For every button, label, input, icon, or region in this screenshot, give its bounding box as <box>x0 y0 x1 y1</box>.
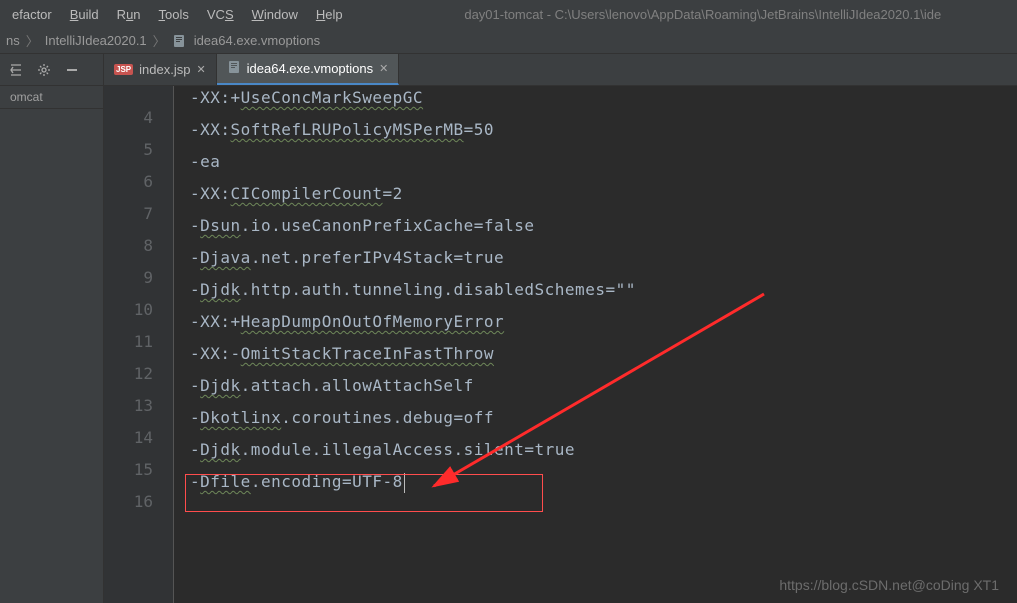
code-line[interactable]: -ea <box>190 146 1017 178</box>
code-line[interactable]: -Dfile.encoding=UTF-8 <box>190 466 1017 498</box>
project-sidebar: omcat <box>0 54 104 603</box>
menu-help[interactable]: Help <box>308 5 351 24</box>
line-number: 13 <box>104 390 153 422</box>
line-number: 14 <box>104 422 153 454</box>
line-number: 7 <box>104 198 153 230</box>
tab-index-jsp[interactable]: JSP index.jsp ✕ <box>104 54 217 85</box>
code-line[interactable]: -XX:+UseConcMarkSweepGC <box>190 86 1017 114</box>
line-number: 6 <box>104 166 153 198</box>
menu-window[interactable]: Window <box>244 5 306 24</box>
line-number: 15 <box>104 454 153 486</box>
text-cursor <box>404 473 405 493</box>
code-content[interactable]: -XX:+UseConcMarkSweepGC-XX:SoftRefLRUPol… <box>174 86 1017 603</box>
line-number: 4 <box>104 102 153 134</box>
code-line[interactable]: -Djdk.http.auth.tunneling.disabledScheme… <box>190 274 1017 306</box>
menu-run[interactable]: Run <box>109 5 149 24</box>
editor-area: JSP index.jsp ✕ idea64.exe.vmoptions ✕ 4… <box>104 54 1017 603</box>
minimize-icon[interactable] <box>64 62 80 78</box>
window-title: day01-tomcat - C:\Users\lenovo\AppData\R… <box>353 7 1013 22</box>
code-line[interactable]: -XX:CICompilerCount=2 <box>190 178 1017 210</box>
collapse-icon[interactable] <box>8 62 24 78</box>
menubar: efactor Build Run Tools VCS Window Help … <box>0 0 1017 28</box>
tab-label: index.jsp <box>139 62 190 77</box>
breadcrumb-item[interactable]: ns <box>6 33 20 48</box>
jsp-icon: JSP <box>114 64 133 75</box>
menu-refactor[interactable]: efactor <box>4 5 60 24</box>
chevron-right-icon: 〉 <box>153 31 166 50</box>
editor-tabs: JSP index.jsp ✕ idea64.exe.vmoptions ✕ <box>104 54 1017 86</box>
breadcrumb: ns 〉 IntelliJIdea2020.1 〉 idea64.exe.vmo… <box>0 28 1017 54</box>
line-number: 10 <box>104 294 153 326</box>
gear-icon[interactable] <box>36 62 52 78</box>
file-icon <box>172 34 186 48</box>
close-icon[interactable]: ✕ <box>196 63 205 76</box>
line-number: 16 <box>104 486 153 518</box>
gutter: 45678910111213141516 <box>104 86 174 603</box>
code-line[interactable]: -XX:-OmitStackTraceInFastThrow <box>190 338 1017 370</box>
code-line[interactable]: -Djdk.attach.allowAttachSelf <box>190 370 1017 402</box>
tab-vmoptions[interactable]: idea64.exe.vmoptions ✕ <box>217 54 400 85</box>
line-number: 12 <box>104 358 153 390</box>
tab-label: idea64.exe.vmoptions <box>247 61 373 76</box>
code-editor[interactable]: 45678910111213141516 -XX:+UseConcMarkSwe… <box>104 86 1017 603</box>
code-line[interactable]: -XX:SoftRefLRUPolicyMSPerMB=50 <box>190 114 1017 146</box>
line-number: 11 <box>104 326 153 358</box>
code-line[interactable]: -Dkotlinx.coroutines.debug=off <box>190 402 1017 434</box>
breadcrumb-item[interactable]: IntelliJIdea2020.1 <box>45 33 147 48</box>
watermark: https://blog.cSDN.net@coDing XT1 <box>779 577 999 593</box>
code-line[interactable]: -XX:+HeapDumpOnOutOfMemoryError <box>190 306 1017 338</box>
code-line[interactable]: -Djdk.module.illegalAccess.silent=true <box>190 434 1017 466</box>
code-line[interactable]: -Dsun.io.useCanonPrefixCache=false <box>190 210 1017 242</box>
line-number: 8 <box>104 230 153 262</box>
chevron-right-icon: 〉 <box>26 31 39 50</box>
line-number: 9 <box>104 262 153 294</box>
menu-tools[interactable]: Tools <box>151 5 197 24</box>
sidebar-item-tomcat[interactable]: omcat <box>0 86 103 109</box>
code-line[interactable]: -Djava.net.preferIPv4Stack=true <box>190 242 1017 274</box>
menu-build[interactable]: Build <box>62 5 107 24</box>
close-icon[interactable]: ✕ <box>379 62 388 75</box>
line-number: 5 <box>104 134 153 166</box>
file-icon <box>227 60 241 77</box>
menu-vcs[interactable]: VCS <box>199 5 242 24</box>
breadcrumb-item[interactable]: idea64.exe.vmoptions <box>194 33 320 48</box>
